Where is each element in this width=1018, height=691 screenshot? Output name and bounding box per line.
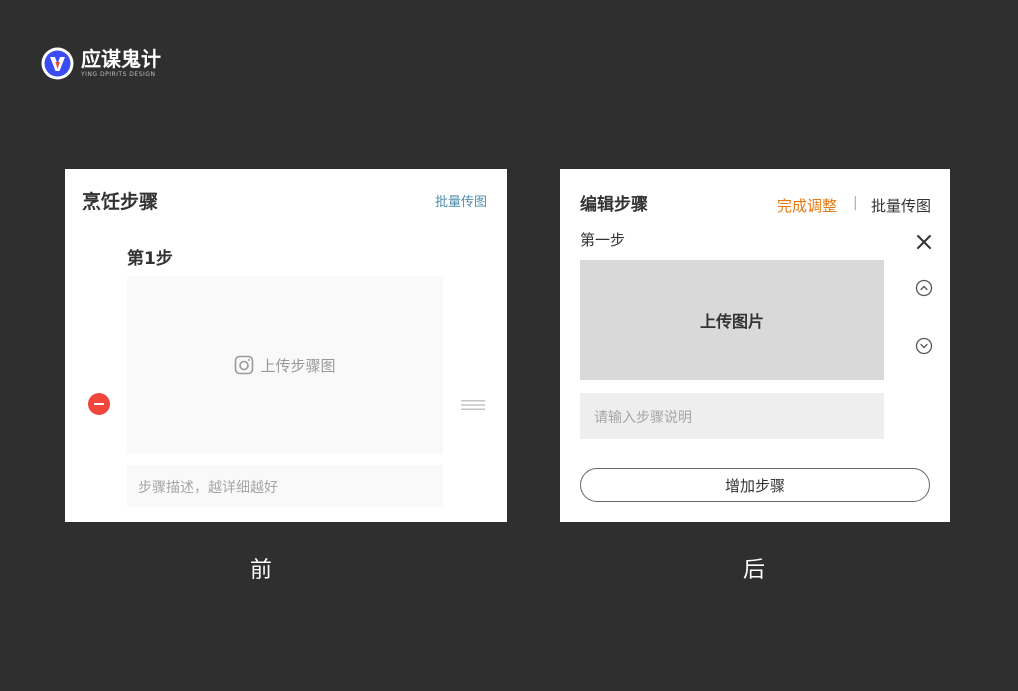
brand-v-logo-icon [41, 47, 74, 80]
header-separator: | [853, 195, 858, 211]
chevron-up-circle-icon[interactable] [915, 279, 933, 297]
minus-circle-icon[interactable] [88, 393, 110, 415]
upload-step-image-area[interactable]: 上传步骤图 [127, 276, 443, 454]
step-label: 第一步 [580, 231, 626, 249]
upload-image-area[interactable]: 上传图片 [580, 260, 884, 380]
step-description-input[interactable]: 请输入步骤说明 [580, 393, 884, 439]
upload-image-label: 上传图片 [699, 312, 764, 331]
brand-logo: 应谋鬼计 YING DPIRITS DESIGN [41, 46, 181, 82]
page-title: 烹饪步骤 [82, 191, 159, 213]
after-caption: 后 [743, 558, 766, 583]
drag-handle-icon[interactable] [461, 398, 485, 412]
step-description-placeholder: 步骤描述，越详细越好 [138, 480, 278, 496]
brand-name: 应谋鬼计 [81, 47, 161, 71]
step-description-input[interactable]: 步骤描述，越详细越好 [127, 465, 443, 507]
before-caption: 前 [250, 558, 273, 583]
camera-icon [235, 355, 254, 375]
close-icon[interactable] [915, 233, 933, 251]
add-step-button[interactable]: 增加步骤 [580, 468, 930, 502]
page-title: 编辑步骤 [580, 195, 648, 215]
batch-upload-link[interactable]: 批量传图 [871, 195, 931, 216]
step-label: 第1步 [127, 249, 173, 269]
brand-subtitle: YING DPIRITS DESIGN [81, 71, 156, 78]
chevron-down-circle-icon[interactable] [915, 337, 933, 355]
before-panel: 烹饪步骤 批量传图 第1步 上传步骤图 步骤描述，越详细越好 [65, 169, 507, 522]
batch-upload-link[interactable]: 批量传图 [435, 191, 487, 210]
upload-step-image-label: 上传步骤图 [260, 356, 336, 375]
step-description-placeholder: 请输入步骤说明 [594, 410, 692, 426]
done-adjust-button[interactable]: 完成调整 [777, 195, 837, 216]
after-panel: 编辑步骤 完成调整 | 批量传图 第一步 上传图片 请输入步骤说明 增加步骤 [560, 169, 950, 522]
